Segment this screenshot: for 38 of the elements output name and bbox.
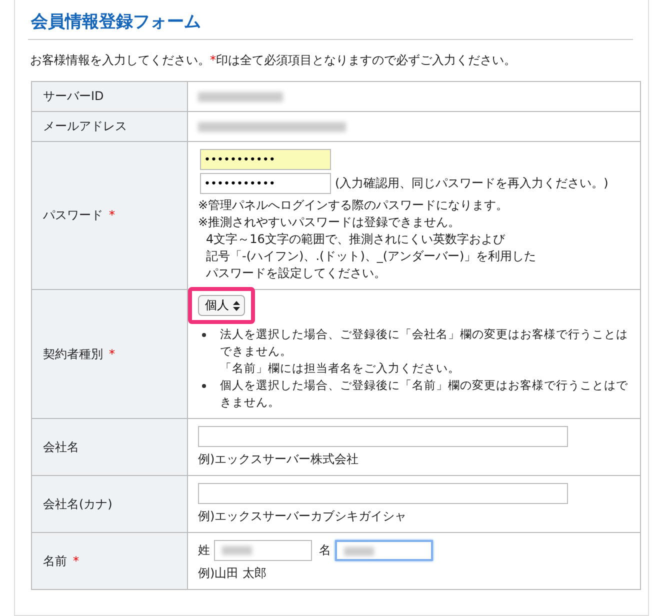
- text-field[interactable]: [198, 483, 568, 504]
- name-field[interactable]: [335, 540, 433, 561]
- field-label: パスワード: [43, 208, 103, 222]
- field-label: 会社名(カナ): [43, 496, 112, 510]
- bullet-text: 「名前」欄には担当者名をご入力ください。: [220, 360, 461, 377]
- field-label: 契約者種別: [43, 346, 103, 360]
- example-text: 例)山田 太郎: [198, 565, 268, 582]
- password-note: 4文字～16文字の範囲で、推測されにくい英数字および: [205, 231, 506, 248]
- password-field[interactable]: •••••••••••: [200, 149, 331, 170]
- field-label: 会社名: [43, 440, 79, 454]
- password-note: ※推測されやすいパスワードは登録できません。: [198, 214, 462, 231]
- password-field[interactable]: •••••••••••: [200, 173, 331, 194]
- required-mark: *: [109, 346, 115, 360]
- intro-text: お客様情報を入力してください。*印は全て必須項目となりますので必ずご入力ください。: [30, 52, 517, 69]
- contract-type-select[interactable]: 個人: [198, 295, 245, 316]
- password-note: パスワードを設定してください。: [205, 265, 387, 282]
- redacted-value: [344, 547, 374, 556]
- example-text: 例)エックスサーバーカブシキガイシャ: [198, 508, 408, 525]
- field-label: サーバーID: [43, 89, 104, 103]
- example-text: 例)エックスサーバー株式会社: [198, 451, 360, 468]
- password-note: ※管理パネルへログインする際のパスワードになります。: [198, 197, 510, 214]
- name-part-label: 名: [319, 542, 331, 559]
- redacted-value: [222, 546, 252, 555]
- field-label: 名前: [43, 554, 67, 568]
- name-part-label: 姓: [198, 542, 210, 559]
- field-label: メールアドレス: [43, 119, 127, 133]
- text-field[interactable]: [198, 426, 568, 447]
- confirm-hint: (入力確認用、同じパスワードを再入力ください。): [335, 175, 608, 192]
- bullet-text: 個人を選択した場合、ご登録後に「名前」欄の変更はお客様で行うことはできません。: [220, 377, 629, 411]
- form-title: 会員情報登録フォーム: [28, 8, 633, 40]
- up-down-arrows-icon: [233, 300, 240, 310]
- bullet-icon: [202, 333, 206, 337]
- bullet-icon: [202, 384, 206, 388]
- required-mark: *: [109, 208, 115, 222]
- required-mark: *: [73, 554, 79, 568]
- password-note: 記号「-(ハイフン)、.(ドット)、_(アンダーバー)」を利用した: [205, 248, 538, 265]
- bullet-text: 法人を選択した場合、ご登録後に「会社名」欄の変更はお客様で行うことはできません。: [220, 326, 629, 360]
- name-field[interactable]: [214, 540, 312, 561]
